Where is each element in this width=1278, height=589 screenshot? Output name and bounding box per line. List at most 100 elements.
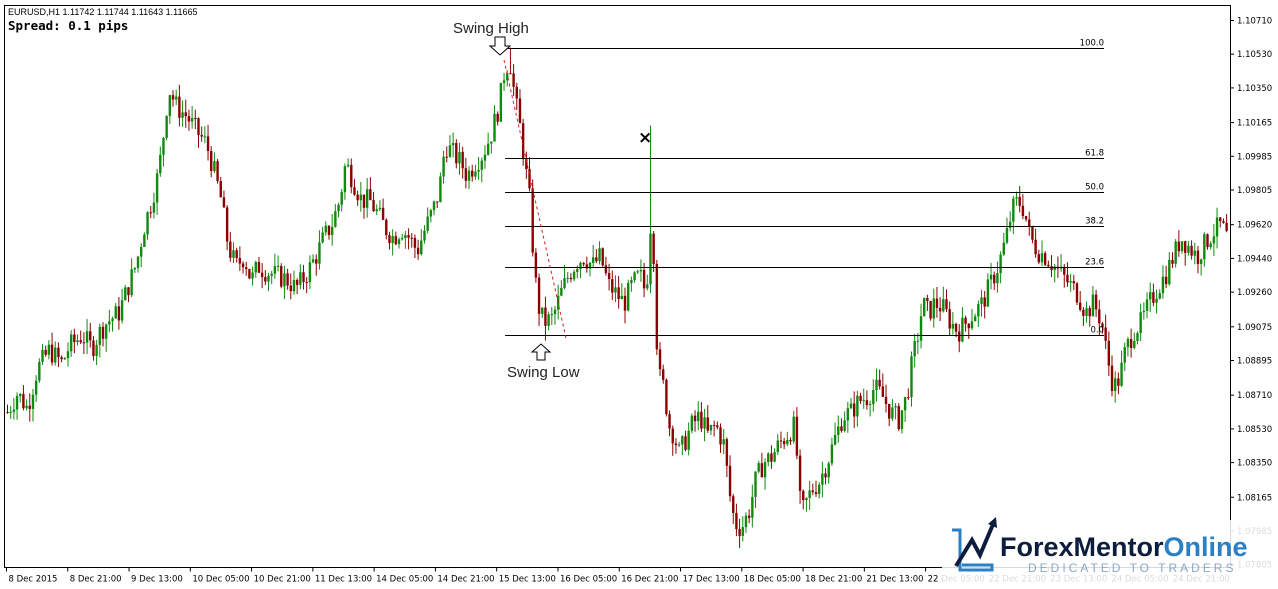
candle-body	[824, 473, 827, 478]
time-tick-label: 8 Dec 21:00	[70, 575, 122, 585]
candle-body	[757, 463, 760, 472]
candle-body	[728, 465, 732, 497]
candle-body	[932, 298, 935, 319]
candle-body	[346, 164, 350, 167]
candle-body	[197, 118, 200, 135]
candle-body	[155, 173, 159, 203]
candle-body	[894, 406, 897, 408]
candle-body	[458, 151, 461, 164]
swing-trend-line	[503, 59, 567, 339]
fib-level-label: 0.0	[1090, 326, 1104, 336]
candle-body	[31, 394, 35, 409]
candle-body	[681, 436, 684, 445]
candle-body	[1190, 245, 1193, 256]
swing-low-arrow-icon	[530, 343, 552, 361]
candle-body	[79, 340, 82, 343]
fib-level-label: 38.2	[1085, 217, 1104, 227]
candle-body	[888, 403, 891, 419]
candle-body	[725, 439, 729, 466]
candle-body	[232, 250, 235, 258]
candle-body	[1142, 310, 1146, 313]
candle-body	[139, 247, 143, 257]
candle-body	[356, 194, 359, 201]
candle-body	[82, 342, 86, 344]
candle-body	[98, 326, 102, 345]
candle-body	[814, 492, 818, 495]
candle-body	[486, 143, 490, 155]
candle-body	[712, 425, 716, 427]
candle-body	[381, 207, 385, 220]
candle-body	[509, 73, 512, 75]
candle-body	[862, 400, 865, 402]
candle-body	[881, 386, 885, 397]
candle-body	[980, 297, 983, 305]
candle-body	[658, 349, 662, 370]
price-tick-label: 1.09440	[1237, 254, 1272, 264]
candle-body	[1209, 243, 1212, 248]
candle-body	[327, 225, 331, 236]
candle-body	[1024, 216, 1028, 220]
candle-body	[143, 234, 146, 248]
candle-body	[591, 257, 595, 263]
candle-body	[496, 113, 499, 122]
candle-body	[1069, 281, 1072, 283]
candle-body	[744, 515, 748, 528]
candle-body	[1075, 283, 1079, 303]
candle-body	[1078, 302, 1082, 310]
candle-body	[878, 379, 881, 387]
candle-body	[117, 306, 121, 321]
candle-body	[945, 299, 948, 310]
price-tick-label: 1.09075	[1237, 323, 1272, 333]
candle-body	[1196, 250, 1200, 264]
candle-body	[410, 237, 413, 239]
candle-body	[210, 151, 213, 172]
candle-body	[595, 257, 598, 262]
candle-body	[267, 275, 270, 282]
candle-body	[245, 267, 248, 270]
candle-body	[623, 295, 627, 311]
candle-body	[111, 318, 114, 322]
candle-body	[235, 250, 238, 259]
candle-body	[181, 112, 184, 118]
candle-body	[1177, 241, 1181, 252]
candle-body	[104, 324, 108, 339]
candle-body	[445, 156, 448, 158]
candle-body	[257, 262, 261, 273]
candle-body	[833, 435, 837, 445]
candle-body	[900, 410, 904, 430]
candle-body	[337, 204, 340, 212]
candle-body	[423, 230, 426, 241]
candle-body	[493, 113, 496, 142]
candle-body	[1158, 293, 1161, 299]
time-tick-label: 18 Dec 21:00	[805, 575, 862, 585]
candle-body	[471, 170, 474, 177]
annotations: EURUSD,H1 1.11742 1.11744 1.11643 1.1166…	[8, 7, 652, 381]
candle-body	[276, 265, 280, 267]
candle-body	[767, 453, 770, 463]
candle-body	[175, 96, 178, 100]
candle-body	[872, 390, 875, 405]
candle-body	[614, 287, 617, 293]
candle-body	[1043, 253, 1047, 265]
candle-body	[451, 143, 455, 146]
symbol-info: EURUSD,H1 1.11742 1.11744 1.11643 1.1166…	[8, 7, 197, 17]
candle-body	[273, 266, 277, 274]
time-tick-label: 16 Dec 05:00	[560, 575, 617, 585]
candle-body	[1145, 299, 1149, 311]
candle-body	[938, 307, 942, 312]
candle-body	[375, 209, 378, 212]
cross-mark-icon: ×	[638, 128, 652, 148]
candle-body	[206, 136, 210, 152]
chart-frame	[4, 5, 1231, 568]
candle-body	[146, 212, 149, 235]
candle-body	[534, 252, 538, 278]
candle-body	[76, 340, 79, 343]
candle-body	[923, 297, 926, 317]
price-tick-label: 1.09805	[1237, 186, 1272, 196]
candle-body	[499, 82, 503, 122]
candle-body	[474, 171, 477, 177]
candle-body	[719, 427, 722, 445]
candle-body	[69, 334, 73, 352]
candle-body	[171, 95, 175, 100]
candle-body	[996, 273, 999, 284]
